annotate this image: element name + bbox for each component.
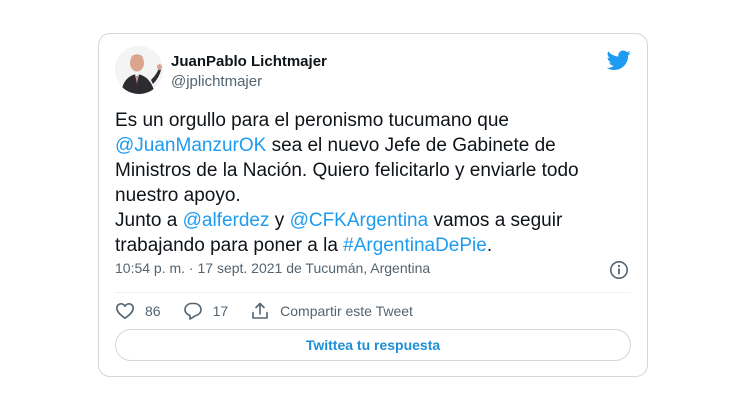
tweet-text-segment: nuestro apoyo. bbox=[115, 185, 241, 206]
divider bbox=[115, 292, 631, 293]
hashtag-link[interactable]: #ArgentinaDePie bbox=[343, 235, 487, 256]
like-button[interactable]: 86 bbox=[115, 301, 161, 321]
tweet-text-segment: Ministros de la Nación. Quiero felicitar… bbox=[115, 160, 579, 181]
tweet-text-segment: trabajando para poner a la bbox=[115, 235, 344, 256]
author-handle[interactable]: @jplichtmajer bbox=[171, 73, 262, 90]
avatar[interactable] bbox=[115, 46, 163, 94]
tweet-text-segment: Es un orgullo para el peronismo tucumano… bbox=[115, 110, 509, 131]
heart-icon bbox=[116, 303, 134, 319]
tweet-line: Junto a @alferdez y @CFKArgentina vamos … bbox=[115, 208, 635, 233]
reply-count: 17 bbox=[212, 303, 229, 319]
tweet-actions: 86 17 Compartir este Tweet bbox=[115, 300, 435, 322]
tweet-line: nuestro apoyo. bbox=[115, 183, 635, 208]
share-icon bbox=[252, 302, 268, 319]
tweet-line: Es un orgullo para el peronismo tucumano… bbox=[115, 108, 635, 133]
share-button[interactable]: Compartir este Tweet bbox=[250, 301, 413, 321]
share-label: Compartir este Tweet bbox=[280, 303, 413, 319]
tweet-line: @JuanManzurOK sea el nuevo Jefe de Gabin… bbox=[115, 133, 635, 158]
tweet-timestamp[interactable]: 10:54 p. m. · 17 sept. 2021 de Tucumán, … bbox=[115, 260, 430, 276]
twitter-bird-icon[interactable] bbox=[606, 48, 631, 72]
tweet-text-segment: sea el nuevo Jefe de Gabinete de bbox=[266, 135, 556, 156]
reply-button[interactable]: 17 bbox=[183, 301, 229, 321]
mention-link[interactable]: @CFKArgentina bbox=[290, 210, 429, 231]
tweet-card: JuanPablo Lichtmajer @jplichtmajer Es un… bbox=[98, 33, 648, 377]
tweet-text: Es un orgullo para el peronismo tucumano… bbox=[115, 108, 635, 258]
tweet-text-segment: Junto a bbox=[115, 210, 183, 231]
mention-link[interactable]: @alferdez bbox=[183, 210, 270, 231]
tweet-text-segment: y bbox=[269, 210, 290, 231]
author-name[interactable]: JuanPablo Lichtmajer bbox=[171, 53, 327, 70]
tweet-text-segment: . bbox=[486, 235, 493, 256]
tweet-text-segment: vamos a seguir bbox=[428, 210, 563, 231]
reply-bubble-icon bbox=[183, 302, 202, 320]
tweet-line: Ministros de la Nación. Quiero felicitar… bbox=[115, 158, 635, 183]
tweet-line: trabajando para poner a la #ArgentinaDeP… bbox=[115, 233, 635, 258]
mention-link[interactable]: @JuanManzurOK bbox=[115, 135, 266, 156]
info-icon[interactable] bbox=[609, 260, 629, 280]
tweet-your-reply-button[interactable]: Twittea tu respuesta bbox=[115, 329, 631, 361]
avatar-photo bbox=[115, 46, 163, 94]
like-count: 86 bbox=[145, 303, 161, 319]
